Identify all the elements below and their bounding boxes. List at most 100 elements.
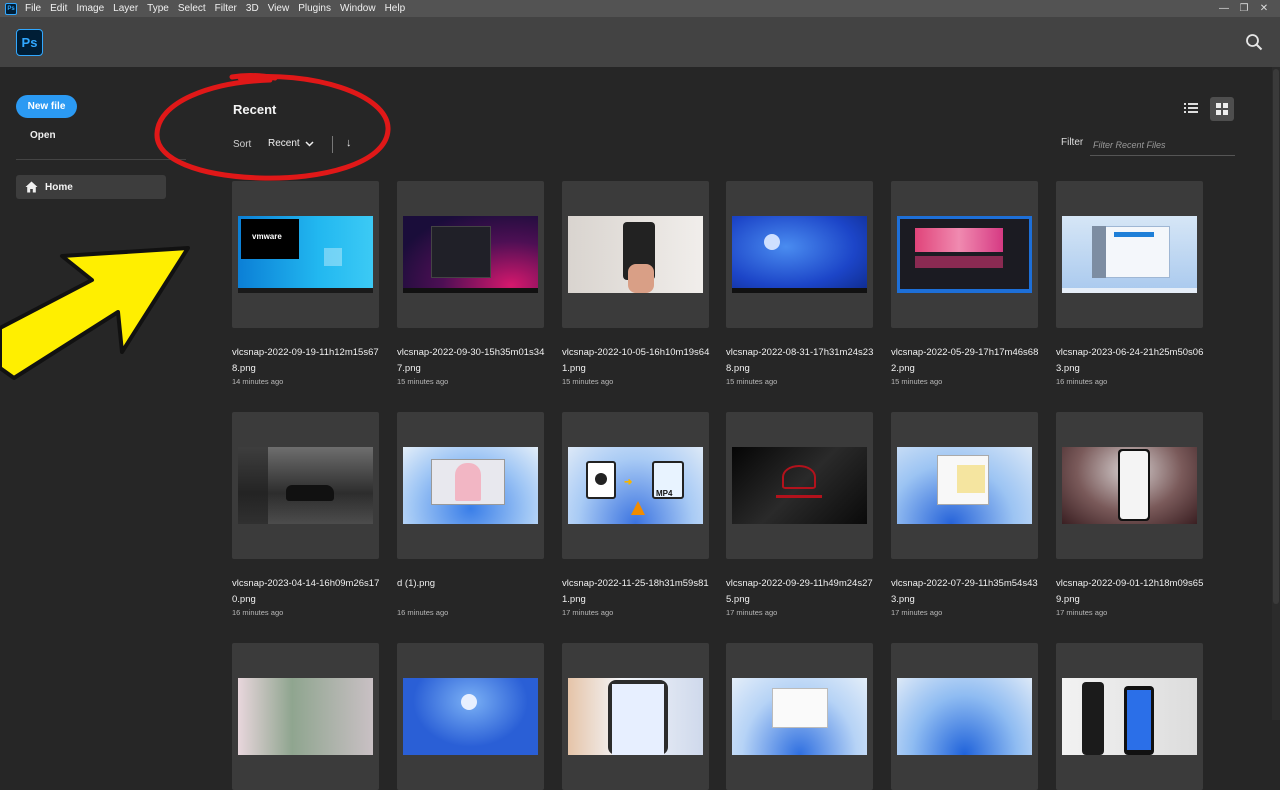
file-thumbnail[interactable] — [726, 643, 873, 790]
file-name[interactable]: vlcsnap-2023-04-14-16h09m26s170.png — [232, 576, 382, 608]
menu-plugins[interactable]: Plugins — [298, 3, 331, 14]
file-card[interactable]: vlcsnap-2022-05-29-17h17m46s682.png 15 m… — [891, 181, 1038, 386]
mp4-text: MP4 — [656, 489, 673, 498]
scrollbar-thumb[interactable] — [1273, 69, 1279, 604]
file-name[interactable]: vlcsnap-2022-09-29-11h49m24s275.png — [726, 576, 876, 608]
file-thumbnail[interactable] — [726, 412, 873, 559]
new-file-button[interactable]: New file — [16, 95, 77, 118]
page-title: Recent — [233, 102, 277, 117]
menu-select[interactable]: Select — [178, 3, 206, 14]
file-thumbnail[interactable] — [1056, 412, 1203, 559]
file-card[interactable]: vlcsnap-2022-09-29-11h49m24s275.png 17 m… — [726, 412, 873, 617]
sort-label: Sort — [233, 139, 252, 150]
file-time: 15 minutes ago — [891, 377, 943, 386]
file-time: 16 minutes ago — [1056, 377, 1108, 386]
file-card[interactable] — [1056, 643, 1203, 790]
thumbnail-image — [238, 447, 373, 524]
search-icon[interactable] — [1245, 33, 1263, 51]
file-card[interactable] — [232, 643, 379, 790]
file-thumbnail[interactable] — [891, 181, 1038, 328]
file-time: 17 minutes ago — [891, 608, 943, 617]
list-view-button[interactable] — [1180, 97, 1202, 119]
file-name[interactable]: vlcsnap-2022-09-19-11h12m15s678.png — [232, 345, 382, 377]
file-thumbnail[interactable] — [1056, 643, 1203, 790]
file-card[interactable]: vmware vlcsnap-2022-09-19-11h12m15s678.p… — [232, 181, 379, 386]
menu-window[interactable]: Window — [340, 3, 376, 14]
menu-type[interactable]: Type — [147, 3, 169, 14]
menu-edit[interactable]: Edit — [50, 3, 67, 14]
filter-input[interactable] — [1090, 134, 1235, 156]
minimize-icon[interactable]: — — [1214, 3, 1234, 14]
file-thumbnail[interactable] — [1056, 181, 1203, 328]
file-thumbnail[interactable] — [891, 643, 1038, 790]
file-name[interactable]: vlcsnap-2022-09-30-15h35m01s347.png — [397, 345, 547, 377]
sidebar: New file Open Home — [0, 67, 186, 720]
thumbnail-image: vmware — [238, 216, 373, 293]
thumbnail-image — [897, 447, 1032, 524]
file-thumbnail[interactable] — [891, 412, 1038, 559]
grid-view-icon — [1216, 103, 1228, 115]
file-name[interactable]: vlcsnap-2022-10-05-16h10m19s641.png — [562, 345, 712, 377]
file-time: 15 minutes ago — [562, 377, 614, 386]
sort-divider — [332, 136, 333, 153]
menu-help[interactable]: Help — [385, 3, 406, 14]
thumbnail-image — [732, 447, 867, 524]
red-circle-annotation — [154, 72, 391, 181]
photoshop-logo[interactable]: Ps — [16, 29, 43, 56]
file-card[interactable]: vlcsnap-2022-09-30-15h35m01s347.png 15 m… — [397, 181, 544, 386]
filter-label: Filter — [1061, 137, 1084, 148]
file-thumbnail[interactable] — [232, 643, 379, 790]
file-card[interactable]: vlcsnap-2023-06-24-21h25m50s063.png 16 m… — [1056, 181, 1203, 386]
file-card[interactable]: vlcsnap-2022-07-29-11h35m54s433.png 17 m… — [891, 412, 1038, 617]
file-card[interactable]: vlcsnap-2022-09-01-12h18m09s659.png 17 m… — [1056, 412, 1203, 617]
file-thumbnail[interactable] — [726, 181, 873, 328]
file-thumbnail[interactable] — [397, 181, 544, 328]
file-name[interactable]: vlcsnap-2022-08-31-17h31m24s238.png — [726, 345, 876, 377]
thumbnail-image — [1062, 216, 1197, 293]
file-name[interactable]: vlcsnap-2022-11-25-18h31m59s811.png — [562, 576, 712, 608]
menu-view[interactable]: View — [268, 3, 290, 14]
scrollbar[interactable] — [1272, 67, 1280, 720]
sort-dropdown[interactable]: Recent — [268, 138, 314, 149]
file-card[interactable]: d (1).png 16 minutes ago — [397, 412, 544, 617]
file-card[interactable]: vlcsnap-2022-08-31-17h31m24s238.png 15 m… — [726, 181, 873, 386]
file-name[interactable]: vlcsnap-2022-07-29-11h35m54s433.png — [891, 576, 1041, 608]
file-thumbnail[interactable] — [562, 643, 709, 790]
open-button[interactable]: Open — [30, 130, 56, 141]
menu-file[interactable]: File — [25, 3, 41, 14]
restore-icon[interactable]: ❐ — [1234, 3, 1254, 14]
sidebar-item-home[interactable]: Home — [16, 175, 166, 199]
sort-direction-button[interactable]: ↓ — [346, 137, 352, 149]
grid-view-button[interactable] — [1210, 97, 1234, 121]
menu-image[interactable]: Image — [76, 3, 104, 14]
close-icon[interactable]: ✕ — [1254, 3, 1274, 14]
file-card[interactable]: ➜ MP4 vlcsnap-2022-11-25-18h31m59s811.pn… — [562, 412, 709, 617]
thumbnail-image — [732, 678, 867, 755]
file-card[interactable] — [726, 643, 873, 790]
file-thumbnail[interactable] — [232, 412, 379, 559]
file-time: 15 minutes ago — [726, 377, 778, 386]
menu-layer[interactable]: Layer — [113, 3, 138, 14]
thumbnail-image — [403, 216, 538, 293]
menu-3d[interactable]: 3D — [246, 3, 259, 14]
file-card[interactable]: vlcsnap-2023-04-14-16h09m26s170.png 16 m… — [232, 412, 379, 617]
file-name[interactable]: vlcsnap-2022-05-29-17h17m46s682.png — [891, 345, 1041, 377]
file-card[interactable] — [562, 643, 709, 790]
menu-filter[interactable]: Filter — [215, 3, 237, 14]
file-card[interactable] — [891, 643, 1038, 790]
file-thumbnail[interactable]: ➜ MP4 — [562, 412, 709, 559]
file-thumbnail[interactable] — [397, 643, 544, 790]
file-name[interactable]: d (1).png — [397, 576, 547, 592]
chevron-down-icon — [305, 140, 314, 147]
file-time: 15 minutes ago — [397, 377, 449, 386]
file-thumbnail[interactable] — [397, 412, 544, 559]
file-card[interactable] — [397, 643, 544, 790]
photoshop-app-icon: Ps — [5, 2, 17, 15]
file-name[interactable]: vlcsnap-2023-06-24-21h25m50s063.png — [1056, 345, 1206, 377]
app-header: Ps — [0, 17, 1280, 67]
file-card[interactable]: vlcsnap-2022-10-05-16h10m19s641.png 15 m… — [562, 181, 709, 386]
file-name[interactable]: vlcsnap-2022-09-01-12h18m09s659.png — [1056, 576, 1206, 608]
file-time: 17 minutes ago — [1056, 608, 1108, 617]
file-thumbnail[interactable]: vmware — [232, 181, 379, 328]
file-thumbnail[interactable] — [562, 181, 709, 328]
